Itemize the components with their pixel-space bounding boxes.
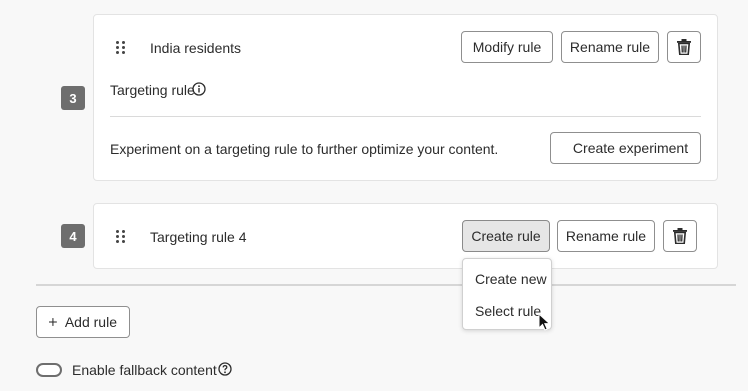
delete-rule-button[interactable]: [663, 220, 697, 252]
pointer-cursor-icon: [538, 313, 551, 331]
trash-icon: [673, 228, 687, 244]
drag-handle-icon[interactable]: [116, 228, 126, 244]
rule-card-4: Targeting rule 4 Create rule Rename rule: [93, 203, 718, 269]
add-rule-button[interactable]: Add rule: [36, 306, 130, 338]
delete-rule-button[interactable]: [667, 31, 701, 63]
rule-number-badge: 3: [61, 86, 85, 110]
drag-handle-icon[interactable]: [116, 39, 126, 55]
trash-icon: [677, 39, 691, 55]
add-rule-label: Add rule: [64, 314, 117, 330]
rule-number-badge: 4: [61, 224, 85, 248]
info-icon[interactable]: [192, 82, 206, 96]
experiment-description: Experiment on a targeting rule to furthe…: [110, 141, 499, 157]
rename-rule-button[interactable]: Rename rule: [561, 31, 659, 63]
fallback-toggle[interactable]: [36, 363, 62, 377]
card-divider: [110, 116, 701, 117]
menu-item-create-new[interactable]: Create new: [463, 263, 551, 295]
rename-rule-button[interactable]: Rename rule: [557, 220, 655, 252]
rule-name: India residents: [150, 40, 242, 56]
section-divider: [36, 284, 736, 286]
plus-icon: [49, 318, 57, 326]
modify-rule-button[interactable]: Modify rule: [461, 31, 553, 63]
help-icon[interactable]: [218, 362, 232, 376]
rule-name: Targeting rule 4: [150, 229, 247, 245]
create-experiment-button[interactable]: Create experiment: [550, 132, 701, 164]
rule-card-3: India residents Modify rule Rename rule …: [93, 14, 718, 181]
create-rule-button[interactable]: Create rule: [462, 220, 550, 252]
rule-type-label: Targeting rule: [110, 82, 195, 98]
create-experiment-label: Create experiment: [572, 140, 689, 156]
fallback-label: Enable fallback content: [72, 362, 217, 378]
